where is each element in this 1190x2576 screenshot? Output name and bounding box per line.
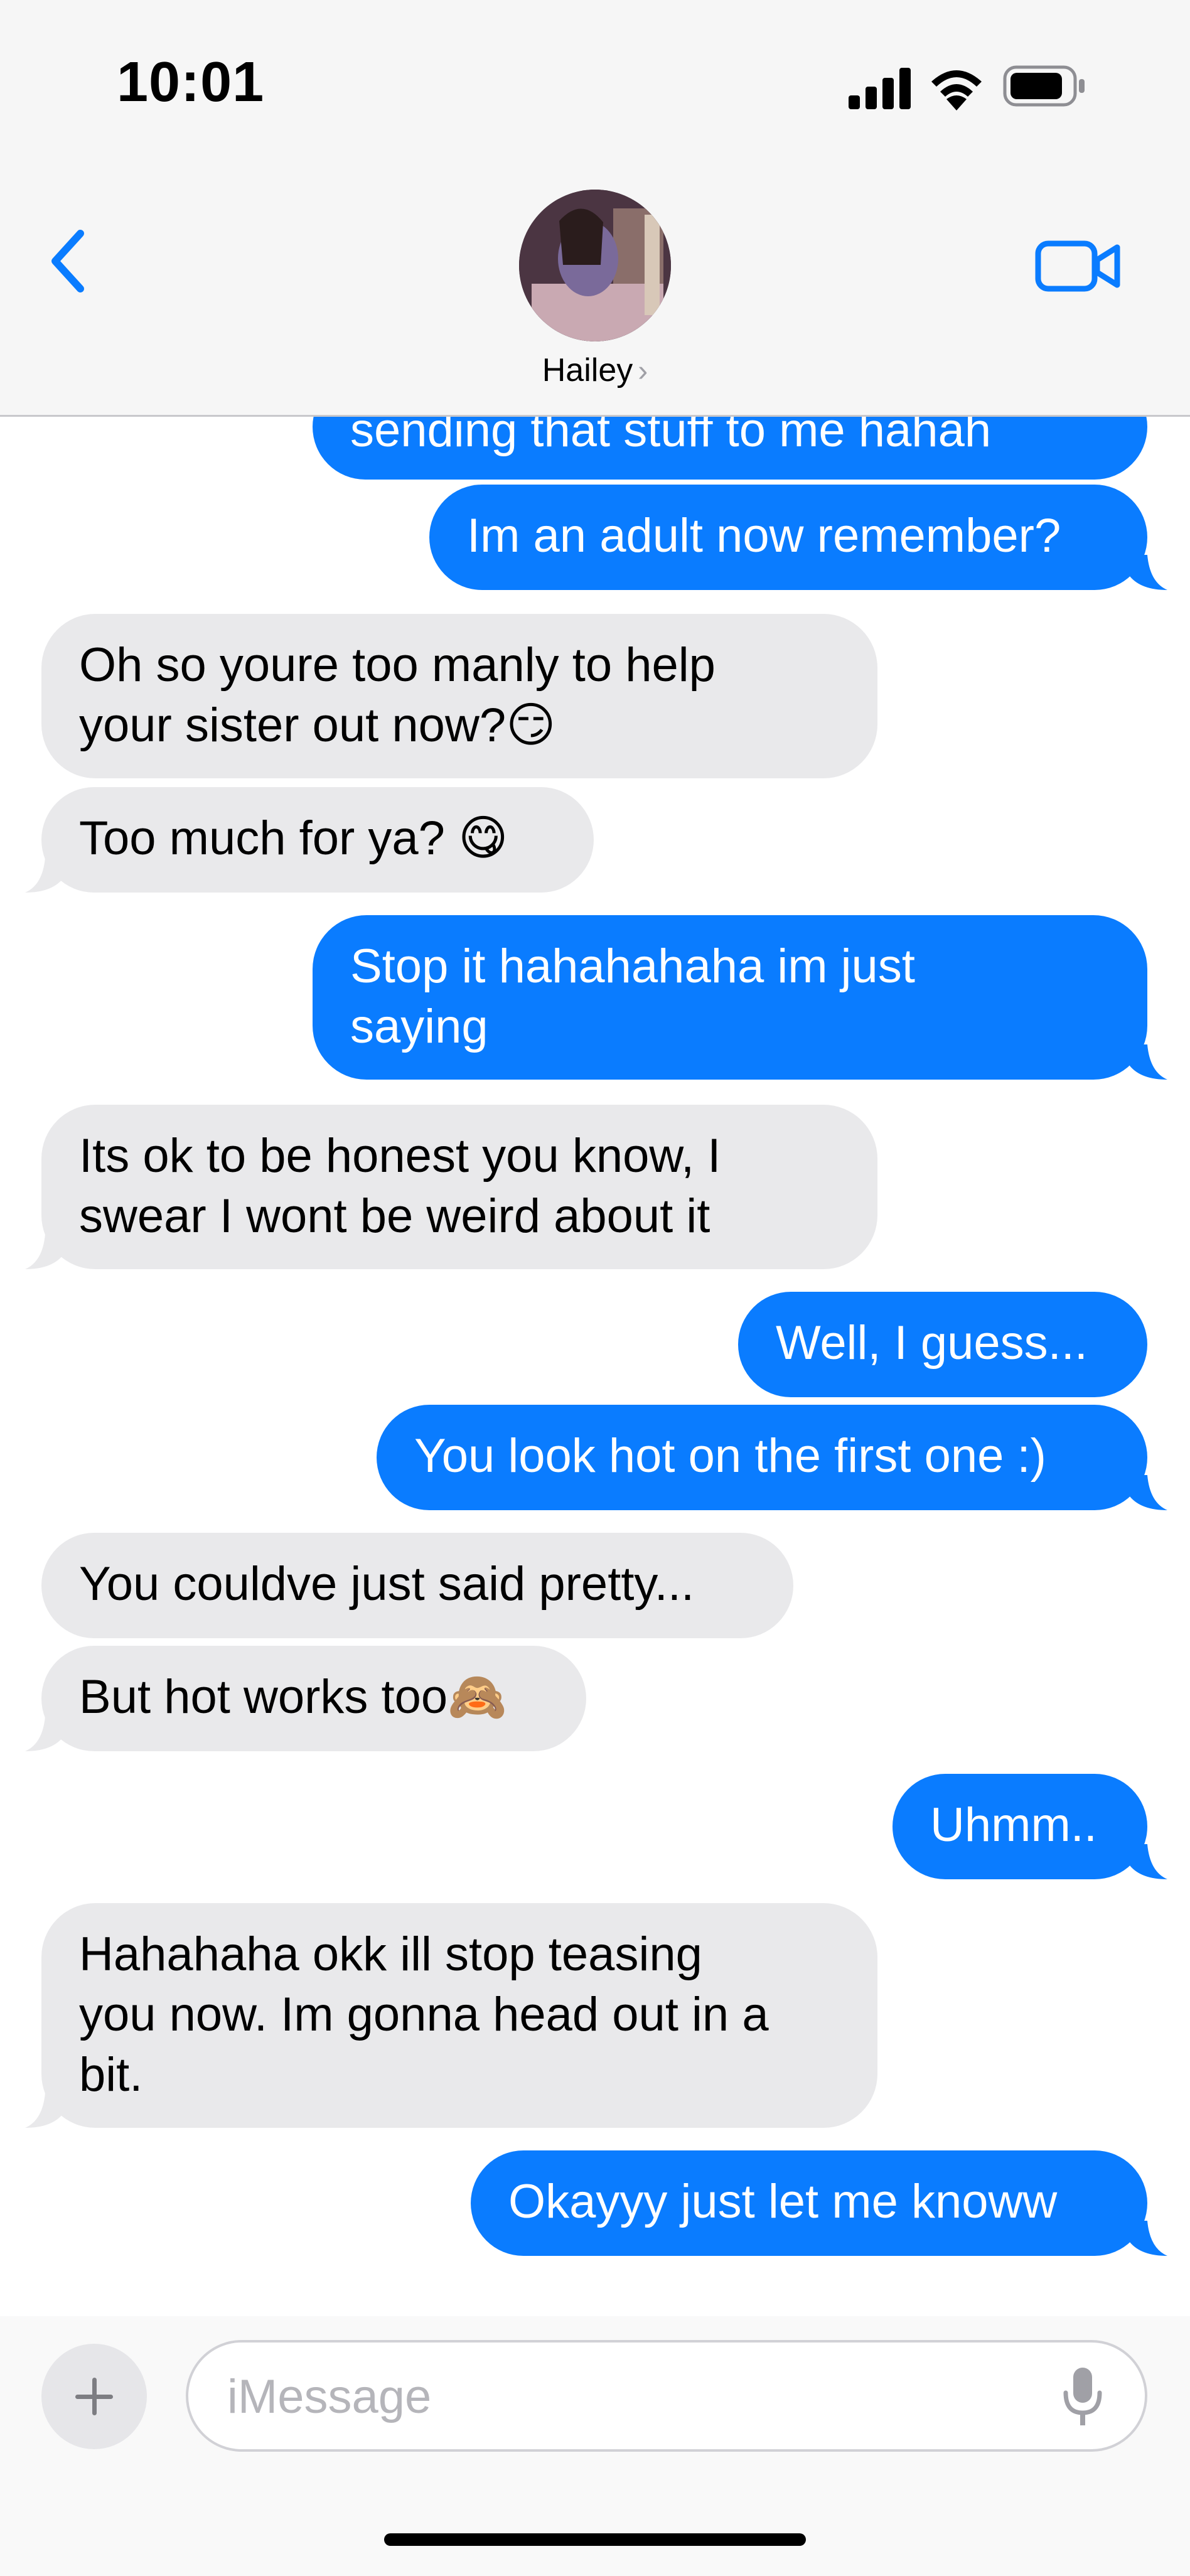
message-text: Uhmm.. — [930, 1798, 1097, 1852]
message-text-line: bit. — [79, 2048, 143, 2101]
message-text-line: Hahahaha okk ill stop teasing — [79, 1928, 702, 1981]
contact-avatar[interactable] — [519, 190, 671, 341]
message-bubble-incoming[interactable]: Too much for ya? 😋 — [41, 787, 594, 893]
message-text-line: saying — [350, 1000, 488, 1053]
bubble-tail — [1130, 555, 1167, 590]
bubble-tail — [1130, 1844, 1167, 1879]
status-time: 10:01 — [117, 51, 265, 114]
message-text: But hot works too🙈 — [79, 1670, 507, 1724]
message-text: Okayyy just let me knoww — [508, 2175, 1058, 2228]
home-indicator[interactable] — [384, 2533, 806, 2546]
video-camera-icon[interactable] — [1034, 235, 1122, 298]
message-text: You look hot on the first one :) — [414, 1429, 1046, 1483]
bubble-tail — [1130, 1044, 1167, 1080]
contact-name-button[interactable]: Hailey › — [0, 352, 1190, 389]
contact-name: Hailey — [542, 352, 633, 389]
imessage-input[interactable] — [226, 2343, 1007, 2450]
bubble-tail — [25, 2093, 63, 2128]
message-bubble-outgoing[interactable]: Stop it hahahahaha im just saying — [313, 915, 1147, 1080]
message-text-line: swear I wont be weird about it — [79, 1189, 710, 1243]
message-bubble-outgoing[interactable]: Im an adult now remember? — [429, 485, 1147, 590]
message-bubble-incoming[interactable]: Its ok to be honest you know, I swear I … — [41, 1105, 877, 1269]
message-text-line: your sister out now?😏 — [79, 699, 556, 752]
imessage-screen: sending that stuff to me hahah Im an adu… — [0, 0, 1190, 2576]
chevron-right-icon: › — [638, 355, 648, 388]
cellular-signal-icon — [849, 68, 911, 109]
microphone-icon[interactable] — [1061, 2365, 1105, 2428]
message-bubble-incoming[interactable]: Oh so youre too manly to help your siste… — [41, 614, 877, 778]
battery-icon — [1003, 65, 1085, 107]
message-text-line: Oh so youre too manly to help — [79, 638, 716, 692]
message-bubble-incoming[interactable]: But hot works too🙈 — [41, 1646, 586, 1751]
message-text: Im an adult now remember? — [467, 509, 1061, 562]
message-text: You couldve just said pretty... — [79, 1557, 695, 1611]
bubble-tail — [25, 1234, 63, 1269]
message-bubble-outgoing[interactable]: Well, I guess... — [738, 1292, 1147, 1397]
message-text: Too much for ya? 😋 — [79, 812, 508, 865]
message-bubble-outgoing[interactable]: Okayyy just let me knoww — [471, 2150, 1147, 2256]
back-chevron-icon[interactable] — [41, 223, 98, 299]
message-bubble-incoming[interactable]: Hahahaha okk ill stop teasing you now. I… — [41, 1903, 877, 2128]
bubble-tail — [25, 857, 63, 893]
message-bubble-incoming[interactable]: You couldve just said pretty... — [41, 1533, 793, 1638]
message-text-line: Its ok to be honest you know, I — [79, 1129, 721, 1183]
message-text-line: you now. Im gonna head out in a — [79, 1988, 769, 2041]
message-text-line: Stop it hahahahaha im just — [350, 940, 915, 993]
bubble-tail — [25, 1716, 63, 1751]
bubble-tail — [1130, 1475, 1167, 1510]
message-text-field[interactable] — [186, 2340, 1147, 2452]
message-text: Well, I guess... — [776, 1316, 1088, 1370]
bubble-tail — [1130, 2221, 1167, 2256]
message-bubble-outgoing[interactable]: You look hot on the first one :) — [377, 1405, 1147, 1510]
message-bubble-outgoing[interactable]: Uhmm.. — [893, 1774, 1147, 1879]
conversation-header: 10:01 Hailey › — [0, 0, 1190, 417]
avatar-photo — [519, 190, 671, 341]
add-attachment-button[interactable] — [41, 2344, 147, 2449]
wifi-icon — [931, 70, 982, 110]
